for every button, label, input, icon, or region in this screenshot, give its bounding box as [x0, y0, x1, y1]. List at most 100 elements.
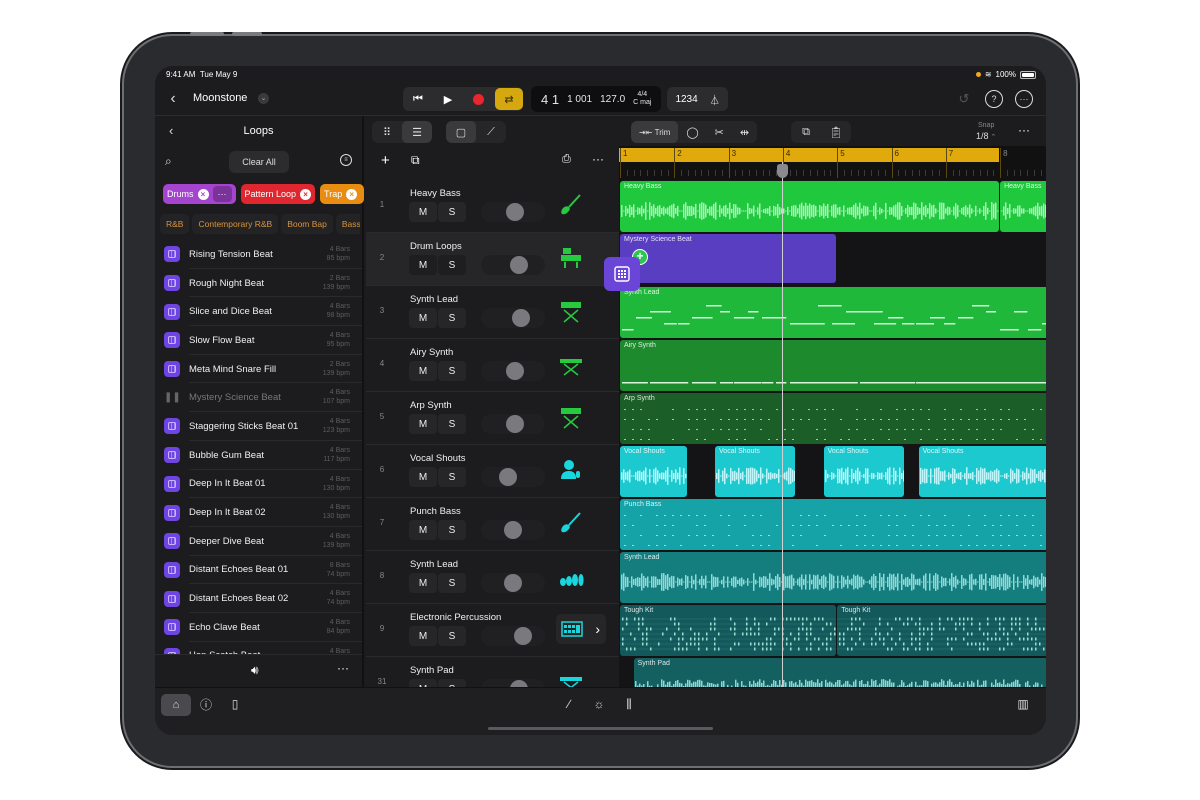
track-name[interactable]: Synth Lead	[410, 559, 458, 570]
drum-pad-icon[interactable]: ›	[556, 614, 606, 644]
region[interactable]: Vocal Shouts	[620, 446, 687, 497]
loop-list-item[interactable]: Rising Tension Beat 4 Bars 85 bpm	[155, 240, 362, 269]
mixer-icon[interactable]: ⫼	[621, 696, 637, 712]
ruler[interactable]: 1 2 3 4 5 6 7 8	[619, 146, 1046, 180]
track-header[interactable]: 5 Arp Synth M S	[366, 392, 619, 445]
filter-chip-trap[interactable]: Trap ×	[320, 184, 365, 204]
loop-list-item[interactable]: Deep In It Beat 02 4 Bars 130 bpm	[155, 498, 362, 527]
loop-tool-icon[interactable]: ◯	[678, 121, 706, 143]
volume-slider[interactable]	[481, 573, 545, 593]
solo-button[interactable]: S	[438, 467, 466, 487]
more-icon[interactable]: ···	[1018, 123, 1030, 137]
loop-list-item[interactable]: Distant Echoes Beat 01 8 Bars 74 bpm	[155, 556, 362, 585]
region[interactable]: Heavy Bass	[620, 181, 1000, 232]
remove-filter-icon[interactable]: ×	[197, 188, 209, 200]
volume-slider[interactable]	[481, 626, 545, 646]
region[interactable]: Punch Bass	[620, 499, 1046, 550]
trim-tool-button[interactable]: ⇥⇤ Trim	[631, 121, 679, 143]
count-in-button[interactable]: 1234	[675, 94, 697, 105]
track-name[interactable]: Synth Lead	[410, 294, 458, 305]
go-to-start-button[interactable]: ⏮	[403, 87, 433, 111]
track-name[interactable]: Vocal Shouts	[410, 453, 465, 464]
volume-knob[interactable]	[499, 468, 517, 486]
region[interactable]: Synth Lead	[620, 287, 1046, 338]
track-name[interactable]: Electronic Percussion	[410, 612, 501, 623]
track-name[interactable]: Punch Bass	[410, 506, 461, 517]
mute-button[interactable]: M	[409, 308, 437, 328]
region[interactable]: Mystery Science Beat	[620, 234, 837, 283]
project-name[interactable]: Moonstone	[193, 92, 247, 104]
loop-list-item[interactable]: Deep In It Beat 01 4 Bars 130 bpm	[155, 470, 362, 499]
track-header[interactable]: 3 Synth Lead M S	[366, 286, 619, 339]
volume-slider[interactable]	[481, 414, 545, 434]
volume-knob[interactable]	[506, 362, 524, 380]
region-view-icon[interactable]: ▢	[446, 121, 476, 143]
volume-knob[interactable]	[504, 574, 522, 592]
track-name[interactable]: Airy Synth	[410, 347, 453, 358]
cycle-button[interactable]: ⇄	[495, 88, 523, 110]
keyboard-icon[interactable]	[556, 402, 586, 432]
back-button[interactable]: ‹	[165, 89, 181, 109]
snap-control[interactable]: Snap 1/8 ⌃	[976, 121, 996, 143]
genre-tag[interactable]: R&B	[160, 214, 190, 234]
region[interactable]: Synth Lead	[620, 552, 1046, 603]
synth-icon[interactable]	[556, 349, 586, 379]
volume-knob[interactable]	[506, 415, 524, 433]
region[interactable]: Arp Synth	[620, 393, 1046, 444]
track-name[interactable]: Drum Loops	[410, 241, 462, 252]
solo-button[interactable]: S	[438, 202, 466, 222]
solo-button[interactable]: S	[438, 626, 466, 646]
undo-icon[interactable]: ↺	[955, 90, 973, 108]
record-button[interactable]	[463, 87, 493, 111]
track-name[interactable]: Heavy Bass	[410, 188, 461, 199]
playhead-handle[interactable]	[777, 164, 788, 178]
lcd-display[interactable]: 4 1 1 001 127.0 4/4 C maj	[531, 86, 662, 112]
track-name[interactable]: Arp Synth	[410, 400, 452, 411]
loop-list-item[interactable]: Echo Clave Beat 4 Bars 84 bpm	[155, 613, 362, 642]
automation-icon[interactable]: ⟋	[476, 121, 506, 143]
region[interactable]: Tough Kit	[837, 605, 1046, 656]
solo-button[interactable]: S	[438, 520, 466, 540]
volume-knob[interactable]	[506, 203, 524, 221]
track-header[interactable]: 31 Synth Pad MS	[366, 657, 619, 687]
loop-list-item[interactable]: Rough Night Beat 2 Bars 139 bpm	[155, 269, 362, 298]
strings-icon[interactable]	[556, 561, 586, 591]
copy-icon[interactable]: ⧉	[791, 121, 821, 143]
brightness-icon[interactable]: ☼	[591, 696, 607, 712]
loop-list-item[interactable]: Slow Flow Beat 4 Bars 95 bpm	[155, 326, 362, 355]
vocalist-icon[interactable]	[556, 455, 586, 485]
track-header[interactable]: 2 Drum Loops M S	[366, 233, 619, 286]
mute-button[interactable]: M	[409, 361, 437, 381]
solo-button[interactable]: S	[438, 361, 466, 381]
more-icon[interactable]: ···	[212, 186, 232, 202]
keyboard-icon[interactable]	[556, 296, 586, 326]
download-icon[interactable]: ⎙	[562, 153, 571, 166]
grid-view-icon[interactable]: ⠿	[372, 121, 402, 143]
solo-button[interactable]: S	[438, 414, 466, 434]
duplicate-track-icon[interactable]: ⧉	[411, 153, 420, 168]
mute-button[interactable]: M	[409, 255, 437, 275]
volume-slider[interactable]	[481, 679, 545, 687]
volume-slider[interactable]	[481, 467, 545, 487]
loop-list-item[interactable]: Distant Echoes Beat 02 4 Bars 74 bpm	[155, 584, 362, 613]
volume-knob[interactable]	[512, 309, 530, 327]
volume-knob[interactable]	[510, 256, 528, 274]
loop-list-item[interactable]: Bubble Gum Beat 4 Bars 117 bpm	[155, 441, 362, 470]
piano-keys-icon[interactable]: ▥	[1015, 696, 1031, 712]
track-header[interactable]: 1 Heavy Bass M S	[366, 180, 619, 233]
region[interactable]: Vocal Shouts	[823, 446, 905, 497]
volume-slider[interactable]	[481, 308, 545, 328]
metronome-icon[interactable]: ⏃	[710, 92, 720, 107]
solo-button[interactable]: S	[438, 308, 466, 328]
remove-filter-icon[interactable]: ×	[300, 188, 312, 200]
playhead[interactable]	[782, 162, 783, 687]
volume-slider[interactable]	[481, 255, 545, 275]
mute-button[interactable]: M	[409, 520, 437, 540]
solo-button[interactable]: S	[438, 255, 466, 275]
volume-slider[interactable]	[481, 202, 545, 222]
loop-list-item[interactable]: Deeper Dive Beat 4 Bars 139 bpm	[155, 527, 362, 556]
track-header[interactable]: 9 Electronic Percussion M S ›	[366, 604, 619, 657]
drum-machine-icon[interactable]	[556, 243, 586, 273]
region[interactable]: Vocal Shouts	[715, 446, 796, 497]
synth-icon[interactable]	[556, 667, 586, 687]
